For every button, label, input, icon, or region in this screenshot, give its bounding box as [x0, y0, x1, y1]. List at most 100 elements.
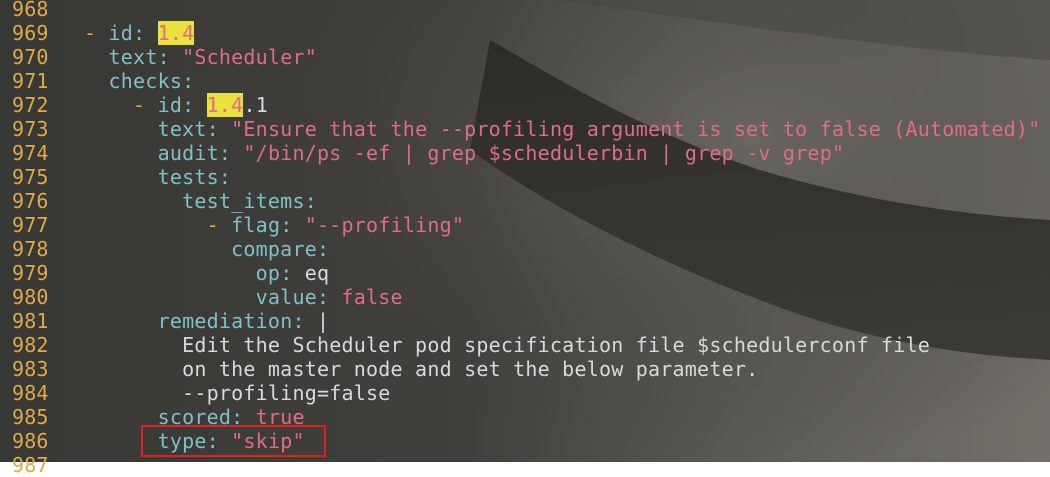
line-number: 980 — [12, 285, 49, 309]
token-key: tests — [157, 165, 219, 189]
token-key: : — [304, 189, 317, 213]
token-key: compare — [231, 237, 317, 261]
token-key: id — [157, 93, 183, 117]
code-line[interactable]: 982 Edit the Scheduler pod specification… — [0, 333, 1050, 357]
token-key: text — [108, 45, 158, 69]
code-line[interactable]: 978 compare: — [0, 237, 1050, 261]
line-code: remediation: | — [84, 309, 329, 333]
token-str: "Ensure that the --profiling argument is… — [231, 117, 1041, 141]
token-str: "/bin/ps -ef | grep $schedulerbin | grep… — [243, 141, 845, 165]
line-code: on the master node and set the below par… — [84, 357, 758, 381]
line-code: --profiling=false — [84, 381, 391, 405]
code-line[interactable]: 975 tests: — [0, 165, 1050, 189]
line-number: 978 — [12, 237, 49, 261]
token-key: : — [218, 165, 232, 189]
token-key: : — [280, 213, 305, 237]
line-number: 982 — [12, 333, 49, 357]
line-number: 975 — [12, 165, 49, 189]
token-key: test_items — [182, 189, 305, 213]
line-code: tests: — [84, 165, 231, 189]
code-line[interactable]: 983 on the master node and set the below… — [0, 357, 1050, 381]
line-code: - flag: "--profiling" — [84, 213, 464, 237]
search-match: 1.4 — [206, 93, 244, 117]
line-number: 969 — [12, 21, 49, 45]
code-line[interactable]: 980 value: false — [0, 285, 1050, 309]
line-number: 983 — [12, 357, 49, 381]
token-key: : — [316, 285, 342, 309]
token-key: text — [157, 117, 207, 141]
line-code: Edit the Scheduler pod specification fil… — [84, 333, 930, 357]
line-number: 976 — [12, 189, 49, 213]
line-number: 972 — [12, 93, 49, 117]
token-key: id — [108, 21, 134, 45]
token-key: checks — [108, 69, 183, 93]
code-line[interactable]: 968 — [0, 0, 1050, 21]
line-number: 986 — [12, 429, 49, 453]
token-key: : — [316, 237, 330, 261]
token-key: : — [182, 69, 195, 93]
token-plain: on the master node and set the below par… — [182, 357, 759, 381]
line-code: - id: 1.4 — [84, 21, 195, 45]
code-editor[interactable]: 968 969- id: 1.4 970 text: "Scheduler" 971 … — [0, 0, 1050, 477]
code-line[interactable]: 970 text: "Scheduler" — [0, 45, 1050, 69]
code-line[interactable]: 979 op: eq — [0, 261, 1050, 285]
token-key: : — [157, 45, 183, 69]
token-plain: .1 — [243, 93, 268, 117]
code-line[interactable]: 981 remediation: | — [0, 309, 1050, 333]
token-str: "Scheduler" — [182, 45, 317, 69]
line-number: 984 — [12, 381, 49, 405]
token-key: flag — [231, 213, 281, 237]
token-key: : — [206, 117, 232, 141]
code-line[interactable]: 972 - id: 1.4.1 — [0, 93, 1050, 117]
code-line[interactable]: 969 - id: 1.4 — [0, 21, 1050, 45]
line-code: compare: — [84, 237, 329, 261]
token-str: "--profiling" — [304, 213, 465, 237]
line-code: text: "Scheduler" — [84, 45, 317, 69]
line-number: 977 — [12, 213, 49, 237]
code-line[interactable]: 971 checks: — [0, 69, 1050, 93]
line-code: - id: 1.4.1 — [84, 93, 268, 117]
token-plain: eq — [304, 261, 330, 285]
token-key: : — [292, 309, 317, 333]
line-code: test_items: — [84, 189, 317, 213]
line-code: text: "Ensure that the --profiling argum… — [84, 117, 1041, 141]
token-key: : — [218, 141, 244, 165]
line-code: audit: "/bin/ps -ef | grep $schedulerbin… — [84, 141, 844, 165]
line-number: 987 — [12, 453, 49, 477]
line-code: value: false — [84, 285, 403, 309]
code-line[interactable]: 976 test_items: — [0, 189, 1050, 213]
code-line[interactable]: 984 --profiling=false — [0, 381, 1050, 405]
line-number: 973 — [12, 117, 49, 141]
code-line[interactable]: 973 text: "Ensure that the --profiling a… — [0, 117, 1050, 141]
line-number: 981 — [12, 309, 49, 333]
line-number: 974 — [12, 141, 49, 165]
token-key: value — [255, 285, 317, 309]
token-key: remediation — [157, 309, 293, 333]
line-number: 979 — [12, 261, 49, 285]
token-key: : — [133, 21, 158, 45]
line-number: 985 — [12, 405, 49, 429]
token-str: false — [341, 285, 403, 309]
line-number: 970 — [12, 45, 49, 69]
token-plain: --profiling=false — [182, 381, 391, 405]
line-number: 968 — [12, 0, 49, 21]
code-line[interactable]: 977 - flag: "--profiling" — [0, 213, 1050, 237]
code-line[interactable]: 974 audit: "/bin/ps -ef | grep $schedule… — [0, 141, 1050, 165]
search-match: 1.4 — [157, 21, 195, 45]
token-key: audit — [157, 141, 219, 165]
token-dash: - — [133, 93, 158, 117]
